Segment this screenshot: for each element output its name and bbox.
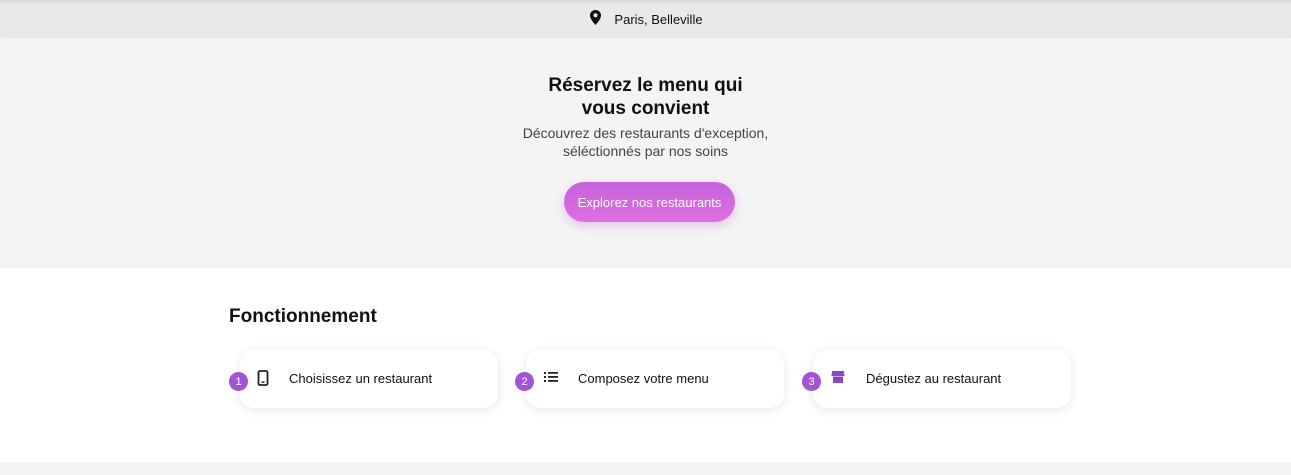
step-number-badge-3: 3 [802,372,821,391]
step-card-3: Dégustez au restaurant [813,350,1071,408]
smartphone-icon [257,370,273,386]
next-section-edge [0,462,1291,475]
location-bar[interactable]: Paris, Belleville [0,0,1291,38]
store-icon [831,370,847,386]
hero-title-line-2: vous convient [581,98,710,119]
step-number-badge-2: 2 [515,372,534,391]
location-text: Paris, Belleville [614,11,703,27]
hero-subtitle-line-1: Découvrez des restaurants d'exception, [522,125,769,141]
list-icon [544,370,560,386]
hero-title-line-1: Réservez le menu qui [548,75,743,96]
step-card-1: Choisissez un restaurant [240,350,498,408]
hero-subtitle-line-2: séléctionnés par nos soins [563,143,728,159]
step-card-2: Composez votre menu [526,350,784,408]
map-pin-icon [590,9,602,25]
step-label-3: Dégustez au restaurant [866,371,1002,386]
step-label-2: Composez votre menu [578,371,709,386]
explore-restaurants-button[interactable]: Explorez nos restaurants [564,182,735,222]
step-label-1: Choisissez un restaurant [289,371,433,386]
location-selector[interactable]: Paris, Belleville [590,9,703,27]
step-number-badge-1: 1 [229,372,248,391]
hero-subtitle: Découvrez des restaurants d'exception, s… [0,124,1291,160]
how-it-works-title: Fonctionnement [229,306,377,327]
hero-section: Réservez le menu qui vous convient Décou… [0,38,1291,268]
hero-title: Réservez le menu qui vous convient [0,74,1291,120]
